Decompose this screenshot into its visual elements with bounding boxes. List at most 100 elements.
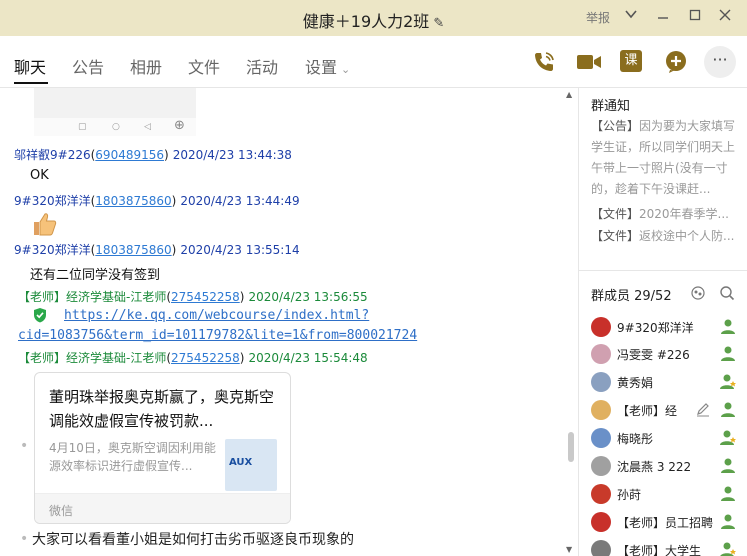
add-app-icon[interactable] <box>664 50 688 74</box>
notice-tag: 【文件】 <box>591 207 640 221</box>
message-header: 9#320郑洋洋(1803875860) 2020/4/23 13:44:49 <box>14 194 300 208</box>
member-name: 梅晓彤 <box>617 432 654 446</box>
avatar <box>591 456 611 476</box>
active-tab-indicator <box>14 82 48 84</box>
notice-text: 2020年春季学... <box>639 207 729 221</box>
member-settings-icon[interactable] <box>690 285 706 301</box>
nav-square-icon: ▢ <box>78 122 87 132</box>
thumbs-up-emoji <box>30 210 58 238</box>
avatar <box>591 400 611 420</box>
sender-name[interactable]: 【老师】经济学基础-江老师 <box>18 351 166 365</box>
notice-tag: 【公告】 <box>591 119 640 133</box>
edit-icon[interactable] <box>695 401 711 417</box>
phone-icon[interactable] <box>532 50 556 74</box>
notice-text: 返校途中个人防... <box>639 229 735 243</box>
side-scrollbar[interactable] <box>741 88 747 556</box>
minimize-button[interactable] <box>652 6 674 28</box>
tab-settings[interactable]: 设置 ⌄ <box>305 54 350 78</box>
sender-qq-link[interactable]: 275452258 <box>171 351 240 365</box>
lesson-button[interactable]: 课 <box>620 50 644 74</box>
shared-article-card[interactable]: 董明珠举报奥克斯赢了，奥克斯空调能效虚假宣传被罚款... 4月10日，奥克斯空调… <box>34 372 291 524</box>
thumbnail-logo: AUX <box>229 457 253 468</box>
card-title: 董明珠举报奥克斯赢了，奥克斯空调能效虚假宣传被罚款... <box>49 388 275 430</box>
member-name: 黄秀娟 <box>617 376 654 390</box>
chevron-down-icon: ⌄ <box>341 63 351 76</box>
notice-tag: 【文件】 <box>591 229 640 243</box>
chat-area[interactable]: ▢ ○ ◁ ⊕ 邬祥叡9#226(690489156) 2020/4/23 13:… <box>0 88 578 556</box>
edit-icon[interactable]: ✎ <box>433 16 444 31</box>
zoom-icon[interactable]: ⊕ <box>174 118 185 133</box>
sender-name[interactable]: 9#320郑洋洋 <box>14 243 91 257</box>
course-link-cont[interactable]: cid=1083756&term_id=101179782&lite=1&fro… <box>18 328 417 343</box>
member-name: 沈晨燕 3 222 <box>617 460 692 474</box>
member-icon <box>719 344 737 362</box>
sender-qq-link[interactable]: 1803875860 <box>95 243 171 257</box>
message-time: 2020/4/23 13:44:38 <box>172 148 292 162</box>
notice-header[interactable]: 群通知 <box>591 95 630 114</box>
notice-announcement[interactable]: 【公告】因为要为大家填写学生证，所以同学们明天上午带上一寸照片(没有一寸的，趁着… <box>591 116 737 200</box>
member-icon <box>719 400 737 418</box>
sender-name[interactable]: 9#320郑洋洋 <box>14 194 91 208</box>
member-icon <box>719 484 737 502</box>
divider <box>579 270 747 271</box>
message-header: 邬祥叡9#226(690489156) 2020/4/23 13:44:38 <box>14 148 292 162</box>
member-item[interactable]: 梅晓彤 <box>591 426 741 450</box>
member-name: 【老师】经 <box>617 404 678 418</box>
avatar <box>591 428 611 448</box>
sender-name[interactable]: 【老师】经济学基础-江老师 <box>18 290 166 304</box>
sender-qq-link[interactable]: 1803875860 <box>95 194 171 208</box>
message-text: OK <box>30 168 49 183</box>
chat-scrollbar[interactable] <box>566 88 576 556</box>
tab-files[interactable]: 文件 <box>188 54 220 78</box>
search-icon[interactable] <box>719 285 735 301</box>
member-item[interactable]: 孙莳 <box>591 482 741 506</box>
bullet: • <box>20 438 29 454</box>
notice-file[interactable]: 【文件】2020年春季学... <box>591 204 737 225</box>
chat-scroll-thumb[interactable] <box>568 432 574 462</box>
video-call-icon[interactable] <box>576 50 601 74</box>
tab-bar: 聊天 公告 相册 文件 活动 设置 ⌄ 课 ··· <box>0 36 747 88</box>
sender-qq-link[interactable]: 275452258 <box>171 290 240 304</box>
member-item[interactable]: 【老师】经 <box>591 398 741 422</box>
tab-settings-label: 设置 <box>305 58 338 77</box>
member-name: 【老师】大学生 <box>617 544 702 556</box>
members-header: 群成员 29/52 <box>591 289 672 304</box>
more-button[interactable]: ··· <box>704 46 736 78</box>
tab-activity[interactable]: 活动 <box>246 54 278 78</box>
scroll-down-arrow[interactable]: ▼ <box>566 545 572 554</box>
message-time: 2020/4/23 13:44:49 <box>180 194 300 208</box>
report-button[interactable]: 举报 <box>586 9 610 26</box>
tab-chat[interactable]: 聊天 <box>14 54 46 78</box>
message-header: 【老师】经济学基础-江老师(275452258) 2020/4/23 15:54:… <box>18 351 368 365</box>
card-thumbnail: AUX <box>225 439 277 491</box>
member-item[interactable]: 冯雯雯 #226 <box>591 342 741 366</box>
card-description: 4月10日，奥克斯空调因利用能源效率标识进行虚假宣传... <box>49 441 216 473</box>
admin-icon <box>719 428 737 446</box>
nav-back-icon: ◁ <box>144 122 151 132</box>
title-bar: 健康＋19人力2班 ✎ 举报 <box>0 0 747 36</box>
chevron-down-icon[interactable] <box>620 6 642 28</box>
message-text: 还有二位同学没有签到 <box>30 268 161 283</box>
sender-qq-link[interactable]: 690489156 <box>95 148 164 162</box>
member-item[interactable]: 黄秀娟 <box>591 370 741 394</box>
member-name: 【老师】员工招聘 <box>617 516 714 530</box>
sender-name[interactable]: 邬祥叡9#226 <box>14 148 91 162</box>
close-button[interactable] <box>714 6 736 28</box>
tab-album[interactable]: 相册 <box>130 54 162 78</box>
member-item[interactable]: 【老师】大学生 <box>591 538 741 556</box>
shield-icon <box>33 307 47 323</box>
member-item[interactable]: 9#320郑洋洋 <box>591 315 741 339</box>
avatar <box>591 372 611 392</box>
notice-file[interactable]: 【文件】返校途中个人防... <box>591 226 737 247</box>
maximize-button[interactable] <box>684 6 706 28</box>
course-link[interactable]: https://ke.qq.com/webcourse/index.html? <box>64 308 369 323</box>
admin-icon <box>719 540 737 556</box>
avatar <box>591 540 611 556</box>
tab-announcement[interactable]: 公告 <box>72 54 104 78</box>
member-item[interactable]: 沈晨燕 3 222 <box>591 454 741 478</box>
message-time: 2020/4/23 13:55:14 <box>180 243 300 257</box>
scroll-up-arrow[interactable]: ▲ <box>566 90 572 99</box>
member-item[interactable]: 【老师】员工招聘 <box>591 510 741 534</box>
image-message[interactable]: ▢ ○ ◁ ⊕ <box>34 88 196 136</box>
avatar <box>591 317 611 337</box>
